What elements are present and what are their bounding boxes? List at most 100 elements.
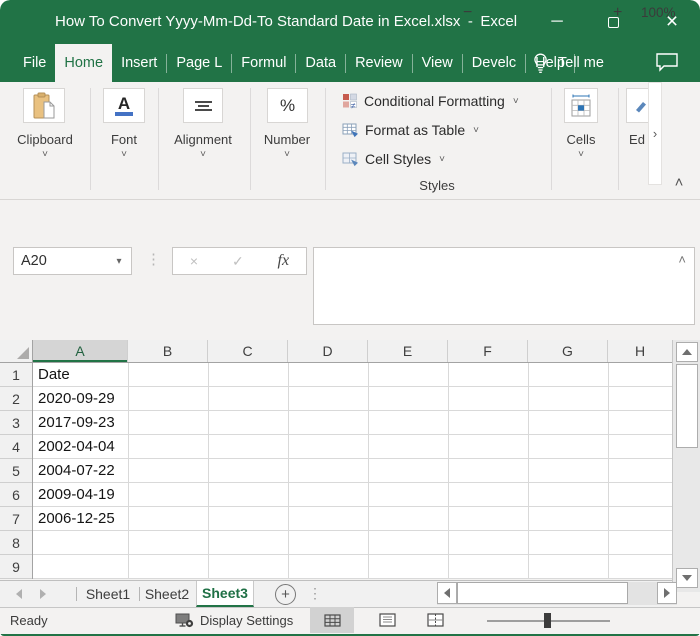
sheet-tab-sheet1[interactable]: Sheet1 xyxy=(84,581,132,607)
editing-icon xyxy=(633,98,649,114)
column-header-c[interactable]: C xyxy=(208,340,288,362)
zoom-level[interactable]: 100% xyxy=(641,0,676,26)
formula-buttons: × ✓ fx xyxy=(172,247,307,275)
select-all-button[interactable] xyxy=(0,340,33,363)
column-header-a[interactable]: A xyxy=(33,340,128,362)
cell-a3[interactable]: 2017-09-23 xyxy=(33,411,128,435)
page-layout-view-button[interactable] xyxy=(365,607,409,633)
row-header[interactable]: 8 xyxy=(0,531,32,555)
zoom-slider-handle[interactable] xyxy=(544,613,551,628)
horizontal-scrollbar[interactable] xyxy=(437,582,677,605)
group-divider xyxy=(158,88,159,190)
prev-sheet-button[interactable] xyxy=(16,589,22,599)
tab-developer[interactable]: Develc xyxy=(463,44,525,82)
tab-page-layout[interactable]: Page L xyxy=(167,44,231,82)
new-sheet-button[interactable]: + xyxy=(275,584,296,605)
cell-styles-button[interactable]: Cell Styles ˅ xyxy=(342,149,445,169)
minimize-icon: ─ xyxy=(551,13,562,31)
sheet-tab-sheet3[interactable]: Sheet3 xyxy=(196,581,254,607)
row-header[interactable]: 7 xyxy=(0,507,32,531)
formula-bar-resize-handle[interactable]: ⋮ xyxy=(146,250,161,268)
cell-a6[interactable]: 2009-04-19 xyxy=(33,483,128,507)
format-as-table-button[interactable]: Format as Table ˅ xyxy=(342,120,479,140)
column-header-e[interactable]: E xyxy=(368,340,448,362)
scroll-up-button[interactable] xyxy=(676,342,698,362)
worksheet-cells[interactable]: Date 2020-09-29 2017-09-23 2002-04-04 20… xyxy=(33,363,672,579)
vertical-scrollbar-thumb[interactable] xyxy=(676,364,698,448)
name-box-dropdown-icon[interactable]: ▾ xyxy=(107,256,131,267)
tab-view[interactable]: View xyxy=(413,44,462,82)
row-header[interactable]: 5 xyxy=(0,459,32,483)
row-header[interactable]: 6 xyxy=(0,483,32,507)
cell-styles-label: Cell Styles xyxy=(365,151,431,167)
tab-file[interactable]: File xyxy=(14,44,55,82)
tab-insert[interactable]: Insert xyxy=(112,44,166,82)
comments-button[interactable] xyxy=(655,52,679,77)
sheet-tab-sheet2[interactable]: Sheet2 xyxy=(143,581,191,607)
zoom-out-button[interactable]: − xyxy=(463,0,472,26)
cells-group-button[interactable] xyxy=(564,88,598,123)
tab-home[interactable]: Home xyxy=(55,44,112,82)
number-group-label: Number xyxy=(252,132,322,147)
chevron-down-icon[interactable]: ˅ xyxy=(168,149,238,160)
sheet-bar-resize-handle[interactable]: ⋮ xyxy=(308,585,322,602)
styles-group-label: Styles xyxy=(402,178,472,193)
cell-a9[interactable] xyxy=(33,555,128,579)
tell-me-label: Tell me xyxy=(558,55,604,71)
column-header-g[interactable]: G xyxy=(528,340,608,362)
column-header-f[interactable]: F xyxy=(448,340,528,362)
font-group-button[interactable]: A xyxy=(103,88,145,123)
tab-data[interactable]: Data xyxy=(296,44,345,82)
chevron-down-icon[interactable]: ˅ xyxy=(546,149,616,160)
next-sheet-button[interactable] xyxy=(40,589,46,599)
gridline xyxy=(448,363,449,579)
ribbon-scroll-right[interactable]: › xyxy=(648,82,662,185)
cell-a8[interactable] xyxy=(33,531,128,555)
alignment-group-label: Alignment xyxy=(168,132,238,147)
page-break-preview-icon xyxy=(427,613,444,627)
tell-me-button[interactable]: Tell me xyxy=(533,44,604,82)
enter-entry-button[interactable]: ✓ xyxy=(232,253,244,270)
cell-a7[interactable]: 2006-12-25 xyxy=(33,507,128,531)
row-header[interactable]: 2 xyxy=(0,387,32,411)
chevron-down-icon[interactable]: ˅ xyxy=(89,149,159,160)
cell-a2[interactable]: 2020-09-29 xyxy=(33,387,128,411)
clipboard-group-button[interactable] xyxy=(23,88,65,123)
collapse-formula-bar-button[interactable]: ˄ xyxy=(678,252,686,267)
conditional-formatting-button[interactable]: ≠ Conditional Formatting ˅ xyxy=(342,91,519,111)
insert-function-button[interactable]: fx xyxy=(278,252,290,270)
number-group-button[interactable]: % xyxy=(267,88,308,123)
minimize-button[interactable]: ─ xyxy=(535,7,579,37)
row-header[interactable]: 1 xyxy=(0,363,32,387)
row-header[interactable]: 9 xyxy=(0,555,32,579)
vertical-scrollbar[interactable] xyxy=(672,340,700,592)
scroll-left-button[interactable] xyxy=(437,582,457,604)
scroll-down-button[interactable] xyxy=(676,568,698,588)
horizontal-scrollbar-thumb[interactable] xyxy=(457,582,628,604)
collapse-ribbon-button[interactable]: ˄ xyxy=(666,172,692,192)
normal-view-button[interactable] xyxy=(310,607,354,633)
cell-a4[interactable]: 2002-04-04 xyxy=(33,435,128,459)
name-box[interactable]: A20 ▾ xyxy=(13,247,132,275)
scroll-right-button[interactable] xyxy=(657,582,677,604)
column-header-d[interactable]: D xyxy=(288,340,368,362)
column-header-b[interactable]: B xyxy=(128,340,208,362)
row-header[interactable]: 4 xyxy=(0,435,32,459)
tab-formulas[interactable]: Formul xyxy=(232,44,295,82)
column-header-h[interactable]: H xyxy=(608,340,672,362)
cancel-entry-button[interactable]: × xyxy=(190,253,198,269)
display-settings-button[interactable]: Display Settings xyxy=(175,607,293,634)
formula-bar-input[interactable]: ˄ xyxy=(313,247,695,325)
zoom-in-button[interactable]: + xyxy=(613,0,622,26)
cell-a1[interactable]: Date xyxy=(33,363,128,387)
page-break-preview-button[interactable] xyxy=(413,607,457,633)
tab-review[interactable]: Review xyxy=(346,44,412,82)
chevron-right-icon: › xyxy=(653,126,657,141)
chevron-down-icon[interactable]: ˅ xyxy=(10,149,80,160)
chevron-down-icon[interactable]: ˅ xyxy=(252,149,322,160)
row-header[interactable]: 3 xyxy=(0,411,32,435)
arrow-right-icon xyxy=(664,588,670,598)
alignment-group-button[interactable] xyxy=(183,88,223,123)
format-as-table-icon xyxy=(342,122,359,138)
cell-a5[interactable]: 2004-07-22 xyxy=(33,459,128,483)
